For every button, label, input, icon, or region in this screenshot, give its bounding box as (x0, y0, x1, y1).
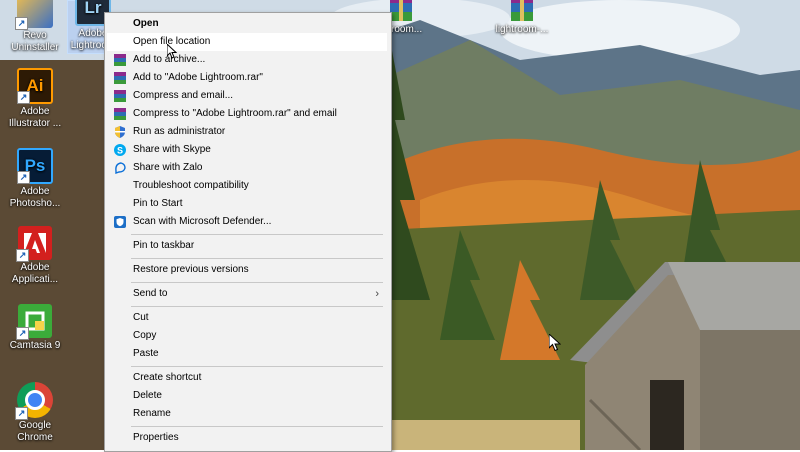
menu-item-label: Delete (133, 390, 162, 401)
desktop-icon-illustrator[interactable]: Ai ↗ Adobe Illustrator ... (0, 68, 70, 130)
desktop-icon-label: Adobe Applicati... (11, 262, 59, 285)
desktop-icon-label: Google Chrome (17, 420, 53, 443)
menu-item-scan-with-defender[interactable]: Scan with Microsoft Defender... (107, 213, 387, 231)
menu-item-compress-to-rar-and-email[interactable]: Compress to "Adobe Lightroom.rar" and em… (107, 105, 387, 123)
menu-item-label: Open (133, 18, 159, 29)
menu-item-label: Share with Skype (133, 144, 211, 155)
winrar-archive-icon (507, 0, 537, 22)
lightroom-glyph: Lr (84, 0, 102, 17)
desktop-icon-label: Adobe Illustrator ... (8, 106, 62, 129)
menu-item-label: Share with Zalo (133, 162, 203, 173)
zalo-icon (114, 162, 126, 174)
shortcut-arrow-icon: ↗ (17, 171, 30, 184)
menu-item-create-shortcut[interactable]: Create shortcut (107, 369, 387, 387)
menu-item-label: Compress to "Adobe Lightroom.rar" and em… (133, 108, 337, 119)
menu-item-paste[interactable]: Paste (107, 345, 387, 363)
shortcut-arrow-icon: ↗ (16, 249, 29, 262)
chrome-icon: ↗ (15, 382, 53, 420)
uac-shield-icon (114, 126, 126, 138)
winrar-books-icon (511, 0, 533, 21)
menu-item-pin-to-taskbar[interactable]: Pin to taskbar (107, 237, 387, 255)
menu-item-label: Pin to taskbar (133, 240, 195, 251)
menu-item-open[interactable]: Open (107, 15, 387, 33)
menu-item-label: Cut (133, 312, 149, 323)
menu-separator (131, 258, 383, 259)
shortcut-arrow-icon: ↗ (15, 17, 28, 30)
menu-item-run-as-administrator[interactable]: Run as administrator (107, 123, 387, 141)
defender-icon (114, 216, 126, 228)
menu-item-label: Pin to Start (133, 198, 183, 209)
menu-item-label: Scan with Microsoft Defender... (133, 216, 272, 227)
desktop-icon-lightroom-archive-2[interactable]: lightroom-... (487, 0, 557, 36)
menu-item-label: Create shortcut (133, 372, 202, 383)
menu-item-label: Properties (133, 432, 179, 443)
menu-item-send-to[interactable]: Send to › (107, 285, 387, 303)
context-menu: Open Open file location Add to archive..… (104, 12, 392, 452)
menu-item-add-to-archive[interactable]: Add to archive... (107, 51, 387, 69)
photoshop-icon: Ps ↗ (17, 148, 53, 184)
menu-item-label: Compress and email... (133, 90, 234, 101)
shortcut-arrow-icon: ↗ (17, 91, 30, 104)
menu-separator (131, 426, 383, 427)
desktop-icon-photoshop[interactable]: Ps ↗ Adobe Photosho... (0, 148, 70, 210)
revo-uninstaller-icon: ↗ (15, 0, 53, 30)
menu-item-open-file-location[interactable]: Open file location (107, 33, 387, 51)
menu-item-pin-to-start[interactable]: Pin to Start (107, 195, 387, 213)
menu-item-delete[interactable]: Delete (107, 387, 387, 405)
menu-item-label: Send to (133, 288, 168, 299)
menu-item-label: Troubleshoot compatibility (133, 180, 249, 191)
desktop-icon-chrome[interactable]: ↗ Google Chrome (0, 382, 70, 444)
menu-separator (131, 234, 383, 235)
shortcut-arrow-icon: ↗ (15, 407, 28, 420)
chevron-right-icon: › (375, 288, 379, 300)
desktop-icon-label: lightroom-... (495, 24, 549, 35)
menu-item-add-to-rar[interactable]: Add to "Adobe Lightroom.rar" (107, 69, 387, 87)
menu-item-compress-and-email[interactable]: Compress and email... (107, 87, 387, 105)
menu-item-restore-previous-versions[interactable]: Restore previous versions (107, 261, 387, 279)
shortcut-arrow-icon: ↗ (16, 327, 29, 340)
svg-text:S: S (117, 146, 123, 156)
menu-separator (131, 282, 383, 283)
camtasia-icon: ↗ (16, 304, 52, 340)
menu-item-label: Paste (133, 348, 159, 359)
adobe-application-icon: ↗ (16, 226, 52, 262)
menu-item-label: Rename (133, 408, 171, 419)
winrar-icon (114, 72, 126, 84)
winrar-icon (114, 108, 126, 120)
desktop-icon-label: Camtasia 9 (9, 340, 61, 351)
illustrator-icon: Ai ↗ (17, 68, 53, 104)
menu-item-copy[interactable]: Copy (107, 327, 387, 345)
menu-item-cut[interactable]: Cut (107, 309, 387, 327)
menu-item-share-with-zalo[interactable]: Share with Zalo (107, 159, 387, 177)
skype-icon: S (114, 144, 126, 156)
mouse-pointer-icon (549, 334, 561, 352)
menu-item-label: Run as administrator (133, 126, 226, 137)
menu-item-properties[interactable]: Properties (107, 429, 387, 447)
menu-item-troubleshoot-compatibility[interactable]: Troubleshoot compatibility (107, 177, 387, 195)
menu-item-rename[interactable]: Rename (107, 405, 387, 423)
winrar-icon (114, 54, 126, 66)
desktop-icon-adobe-application[interactable]: ↗ Adobe Applicati... (0, 226, 70, 286)
menu-separator (131, 366, 383, 367)
menu-item-label: Add to "Adobe Lightroom.rar" (133, 72, 263, 83)
winrar-icon (114, 90, 126, 102)
mouse-pointer-icon (167, 44, 177, 59)
desktop-icon-camtasia[interactable]: ↗ Camtasia 9 (0, 304, 70, 352)
menu-item-share-with-skype[interactable]: S Share with Skype (107, 141, 387, 159)
menu-separator (131, 306, 383, 307)
desktop-icon-label: Adobe Photosho... (9, 186, 61, 209)
menu-item-label: Copy (133, 330, 157, 341)
menu-item-label: Restore previous versions (133, 264, 249, 275)
